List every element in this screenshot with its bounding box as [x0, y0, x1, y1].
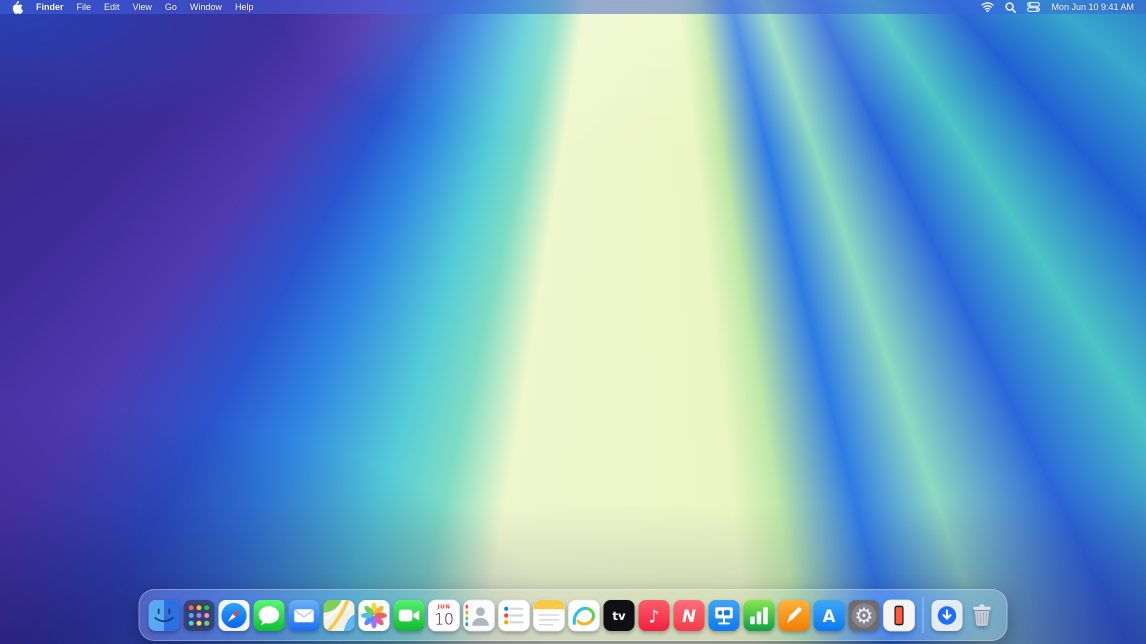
apple-logo-icon [12, 1, 23, 14]
menu-file[interactable]: File [77, 0, 92, 14]
menu-help[interactable]: Help [235, 0, 254, 14]
music-icon: ♪ [638, 599, 671, 632]
calendar-icon: JUN 10 [428, 599, 461, 632]
wifi-icon [981, 2, 994, 12]
menu-go[interactable]: Go [165, 0, 177, 14]
spotlight-search[interactable] [1005, 2, 1016, 13]
app-store-logo-text: A [823, 606, 836, 625]
gear-glyph: ⚙ [854, 603, 873, 628]
dock-item-calendar[interactable]: JUN 10 [428, 599, 461, 632]
freeform-icon [568, 599, 601, 632]
app-store-icon: A [813, 599, 846, 632]
finder-icon [148, 599, 181, 632]
pages-icon [778, 599, 811, 632]
control-center-icon [1027, 2, 1040, 12]
calendar-day-label: 10 [434, 610, 454, 628]
numbers-icon [743, 599, 776, 632]
dock-item-app-store[interactable]: A [813, 599, 846, 632]
dock-item-trash[interactable] [966, 599, 999, 632]
menu-bar: Finder File Edit View Go Window Help [0, 0, 1146, 14]
search-icon [1005, 2, 1016, 13]
photos-icon [358, 599, 391, 632]
dock-item-safari[interactable] [218, 599, 251, 632]
dock-item-tv[interactable]: tv [603, 599, 636, 632]
system-settings-icon: ⚙ [848, 599, 881, 632]
apple-menu[interactable] [12, 1, 23, 14]
messages-icon [253, 599, 286, 632]
dock-item-mail[interactable] [288, 599, 321, 632]
tv-logo-text: tv [612, 608, 626, 622]
dock-item-launchpad[interactable] [183, 599, 216, 632]
menu-view[interactable]: View [133, 0, 152, 14]
wifi-status[interactable] [981, 2, 994, 12]
news-icon: N [673, 599, 706, 632]
dock-item-news[interactable]: N [673, 599, 706, 632]
dock-item-maps[interactable] [323, 599, 356, 632]
menu-app-name[interactable]: Finder [36, 0, 64, 14]
dock-item-music[interactable]: ♪ [638, 599, 671, 632]
news-logo-text: N [682, 606, 696, 625]
menu-bar-clock[interactable]: Mon Jun 10 9:41 AM [1051, 0, 1134, 14]
dock-item-facetime[interactable] [393, 599, 426, 632]
launchpad-icon [183, 599, 216, 632]
dock-item-freeform[interactable] [568, 599, 601, 632]
facetime-icon [393, 599, 426, 632]
apple-tv-icon: tv [603, 599, 636, 632]
downloads-icon [931, 599, 964, 632]
dock-item-contacts[interactable] [463, 599, 496, 632]
dock-item-notes[interactable] [533, 599, 566, 632]
menu-bar-left: Finder File Edit View Go Window Help [12, 0, 253, 14]
dock-item-photos[interactable] [358, 599, 391, 632]
trash-icon [966, 599, 999, 632]
safari-icon [218, 599, 251, 632]
contacts-icon [463, 599, 496, 632]
maps-icon [323, 599, 356, 632]
menu-bar-right: Mon Jun 10 9:41 AM [981, 0, 1134, 14]
dock-item-pages[interactable] [778, 599, 811, 632]
dock-divider [923, 597, 924, 633]
dock-item-keynote[interactable] [708, 599, 741, 632]
menu-window[interactable]: Window [190, 0, 222, 14]
desktop-wallpaper[interactable] [0, 0, 1146, 644]
dock-item-iphone-mirroring[interactable] [883, 599, 916, 632]
dock-item-messages[interactable] [253, 599, 286, 632]
menu-edit[interactable]: Edit [104, 0, 120, 14]
dock-item-finder[interactable] [148, 599, 181, 632]
dock-item-numbers[interactable] [743, 599, 776, 632]
dock: JUN 10 [139, 589, 1008, 641]
mail-icon [288, 599, 321, 632]
iphone-mirroring-icon [883, 599, 916, 632]
reminders-icon [498, 599, 531, 632]
keynote-icon [708, 599, 741, 632]
control-center[interactable] [1027, 2, 1040, 12]
notes-icon [533, 599, 566, 632]
dock-item-downloads[interactable] [931, 599, 964, 632]
music-note-glyph: ♪ [648, 607, 659, 627]
dock-item-reminders[interactable] [498, 599, 531, 632]
dock-item-system-settings[interactable]: ⚙ [848, 599, 881, 632]
